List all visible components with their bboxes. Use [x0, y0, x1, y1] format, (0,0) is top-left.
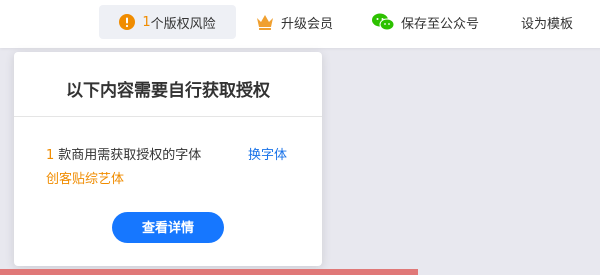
copyright-risk-button[interactable]: 1 个版权风险	[99, 5, 236, 39]
copyright-risk-popover: 以下内容需要自行获取授权 1 款商用需获取授权的字体 换字体 创客贴综艺体 查看详…	[14, 52, 322, 266]
save-to-wechat-label: 保存至公众号	[401, 16, 480, 32]
upgrade-member-button[interactable]: 升级会员	[256, 5, 333, 39]
popover-title: 以下内容需要自行获取授权	[66, 81, 270, 101]
popover-divider	[14, 116, 322, 117]
wechat-icon	[372, 13, 394, 31]
canvas-preview	[0, 269, 418, 275]
risk-item-text: 款商用需获取授权的字体	[58, 148, 202, 163]
change-font-link[interactable]: 换字体	[248, 144, 287, 163]
risk-item-count: 1	[46, 148, 55, 163]
warning-icon	[119, 14, 136, 30]
view-details-button[interactable]: 查看详情	[112, 212, 224, 243]
risk-item-description: 1 款商用需获取授权的字体	[46, 144, 201, 163]
set-as-template-label: 设为模板	[521, 16, 574, 32]
top-toolbar: 1 个版权风险 升级会员 保存至公众号 设为模板	[0, 0, 615, 48]
crown-icon	[256, 14, 274, 30]
save-to-wechat-button[interactable]: 保存至公众号	[372, 5, 479, 39]
copyright-risk-label: 个版权风险	[150, 16, 216, 32]
copyright-risk-count: 1	[142, 14, 151, 30]
right-panel-edge	[600, 48, 615, 275]
upgrade-member-label: 升级会员	[281, 16, 334, 32]
set-as-template-button[interactable]: 设为模板	[521, 5, 573, 39]
font-name-label: 创客贴综艺体	[46, 172, 125, 187]
